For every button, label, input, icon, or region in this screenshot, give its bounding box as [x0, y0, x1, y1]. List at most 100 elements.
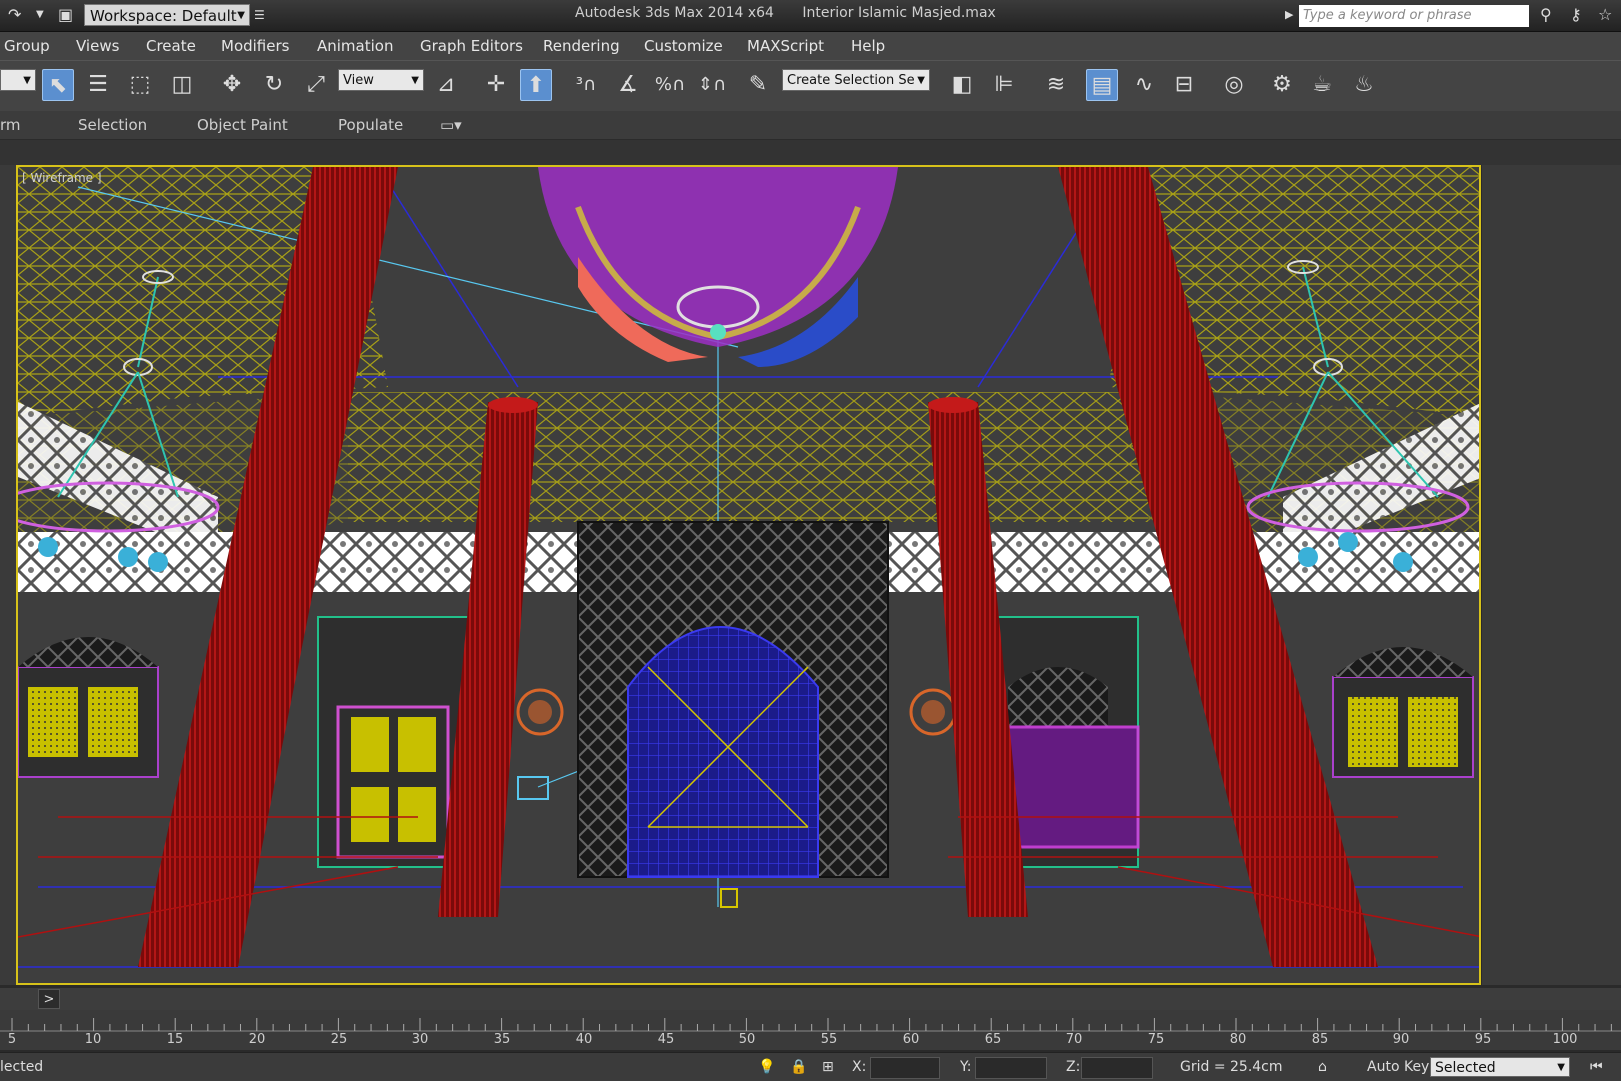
main-toolbar: ▼ ⬉ ☰ ⬚ ◫ ✥ ↻ ⤢ View ▼ ⊿ ✛ ⬆ ³∩ ∡ %∩ ⇕∩ …: [0, 60, 1621, 111]
lightbulb-icon[interactable]: 💡: [758, 1059, 775, 1075]
tick-label: 15: [166, 1032, 184, 1047]
time-slider-next-button[interactable]: >: [38, 989, 60, 1009]
snaps-toggle-icon[interactable]: ³∩: [570, 69, 602, 101]
tick-label: 65: [984, 1032, 1002, 1047]
tick-label: 30: [411, 1032, 429, 1047]
select-by-name-icon[interactable]: ☰: [82, 69, 114, 101]
reference-coordinate-value: View: [343, 73, 374, 88]
select-manipulate-icon[interactable]: ✛: [480, 69, 512, 101]
select-object-icon[interactable]: ⬉: [42, 69, 74, 101]
percent-snap-icon[interactable]: %∩: [654, 69, 686, 101]
menu-help[interactable]: Help: [851, 37, 885, 55]
curve-editor-icon[interactable]: ∿: [1128, 69, 1160, 101]
x-coordinate-field[interactable]: [870, 1057, 940, 1079]
layer-manager-icon[interactable]: ≋: [1040, 69, 1072, 101]
tick-label: 75: [1147, 1032, 1165, 1047]
render-production-icon[interactable]: ♨: [1348, 69, 1380, 101]
z-label: Z:: [1066, 1059, 1081, 1075]
file-name: Interior Islamic Masjed.max: [802, 5, 996, 21]
rotate-icon[interactable]: ↻: [258, 69, 290, 101]
angle-snap-icon[interactable]: ∡: [612, 69, 644, 101]
chevron-down-icon[interactable]: ▼: [36, 4, 44, 26]
y-coordinate-field[interactable]: [975, 1057, 1047, 1079]
star-icon[interactable]: ☆: [1598, 4, 1612, 26]
ribbon-tab-populate[interactable]: Populate: [338, 116, 403, 134]
camera-object[interactable]: [517, 776, 549, 800]
menu-views[interactable]: Views: [76, 37, 119, 55]
app-name: Autodesk 3ds Max 2014 x64: [575, 5, 774, 21]
go-to-start-icon[interactable]: ⏮: [1590, 1059, 1603, 1075]
selection-filter-dropdown[interactable]: ▼: [0, 69, 36, 91]
window-title: Autodesk 3ds Max 2014 x64 Interior Islam…: [575, 5, 1020, 21]
scale-icon[interactable]: ⤢: [300, 69, 332, 101]
ribbon-tab-object-paint[interactable]: Object Paint: [197, 116, 288, 134]
chevron-down-icon: ▼: [1557, 1062, 1565, 1073]
time-slider[interactable]: >: [0, 988, 1621, 1010]
reference-coordinate-dropdown[interactable]: View ▼: [338, 69, 424, 91]
menu-modifiers[interactable]: Modifiers: [221, 37, 289, 55]
menu-graph-editors[interactable]: Graph Editors: [420, 37, 523, 55]
menu-customize[interactable]: Customize: [644, 37, 723, 55]
viewport-label[interactable]: [ Wireframe ]: [22, 171, 102, 185]
mirror-icon[interactable]: ◧: [946, 69, 978, 101]
menu-create[interactable]: Create: [146, 37, 196, 55]
named-selection-dropdown[interactable]: Create Selection Se ▼: [782, 69, 930, 91]
menu-rendering[interactable]: Rendering: [543, 37, 620, 55]
tick-label: 35: [493, 1032, 511, 1047]
toggle-ribbon-icon[interactable]: ▤: [1086, 69, 1118, 101]
menu-animation[interactable]: Animation: [317, 37, 393, 55]
rectangular-selection-icon[interactable]: ⬚: [124, 69, 156, 101]
material-editor-icon[interactable]: ◎: [1218, 69, 1250, 101]
redo-icon[interactable]: ↷: [8, 4, 21, 26]
auto-key-button[interactable]: Auto Key: [1367, 1059, 1429, 1075]
central-chandelier: [538, 167, 898, 367]
project-folder-icon[interactable]: ▣: [58, 4, 73, 26]
ribbon-panel-area: [0, 140, 1621, 165]
align-icon[interactable]: ⊫: [988, 69, 1020, 101]
ribbon-options-icon[interactable]: ▭▾: [440, 116, 462, 134]
tick-label: 45: [657, 1032, 675, 1047]
z-coordinate-field[interactable]: [1081, 1057, 1153, 1079]
window-crossing-icon[interactable]: ◫: [166, 69, 198, 101]
edit-named-selection-icon[interactable]: ✎: [742, 69, 774, 101]
lock-icon[interactable]: 🔒: [790, 1059, 807, 1075]
tick-label: 10: [84, 1032, 102, 1047]
ribbon-tab-freeform[interactable]: rm: [0, 116, 21, 134]
key-icon[interactable]: ⚷: [1570, 4, 1582, 26]
spinner-snap-icon[interactable]: ⇕∩: [696, 69, 728, 101]
pivot-center-icon[interactable]: ⊿: [430, 69, 462, 101]
render-setup-icon[interactable]: ⚙: [1266, 69, 1298, 101]
binoculars-icon[interactable]: ⚲: [1540, 4, 1552, 26]
search-input[interactable]: Type a keyword or phrase: [1299, 5, 1529, 27]
key-filter-value: Selected: [1435, 1060, 1496, 1076]
ribbon-tabs: rm Selection Object Paint Populate ▭▾: [0, 111, 1621, 140]
tick-label: 20: [248, 1032, 266, 1047]
search-placeholder: Type a keyword or phrase: [1303, 8, 1472, 23]
rendered-frame-window-icon[interactable]: ☕: [1306, 69, 1338, 101]
quick-access-menu-icon[interactable]: ☰: [254, 4, 265, 26]
workspace-dropdown[interactable]: Workspace: Default ▼: [84, 4, 250, 26]
perspective-viewport[interactable]: [ Wireframe ]: [16, 165, 1481, 985]
menu-group[interactable]: Group: [4, 37, 50, 55]
tick-label: 80: [1229, 1032, 1247, 1047]
menu-maxscript[interactable]: MAXScript: [747, 37, 824, 55]
workspace-label: Workspace: Default: [90, 7, 237, 25]
tick-label: 90: [1392, 1032, 1410, 1047]
tick-label: 70: [1065, 1032, 1083, 1047]
schematic-view-icon[interactable]: ⊟: [1168, 69, 1200, 101]
track-bar[interactable]: 5 10 15 20 25 30 35 40 45 50 55 60 65 70…: [0, 1010, 1621, 1050]
time-tag-icon[interactable]: ⌂: [1318, 1059, 1327, 1075]
keyboard-shortcut-override-icon[interactable]: ⬆: [520, 69, 552, 101]
ceiling-center: [348, 392, 1148, 522]
ribbon-tab-selection[interactable]: Selection: [78, 116, 147, 134]
tick-label: 5: [7, 1032, 17, 1047]
tick-label: 50: [738, 1032, 756, 1047]
left-panel: [0, 165, 16, 985]
move-icon[interactable]: ✥: [216, 69, 248, 101]
play-arrow-icon[interactable]: ▶: [1285, 4, 1293, 26]
selection-status: lected: [0, 1059, 44, 1075]
tick-label: 55: [820, 1032, 838, 1047]
x-label: X:: [852, 1059, 867, 1075]
key-filter-dropdown[interactable]: Selected ▼: [1430, 1057, 1570, 1077]
absolute-mode-icon[interactable]: ⊞: [822, 1059, 834, 1075]
